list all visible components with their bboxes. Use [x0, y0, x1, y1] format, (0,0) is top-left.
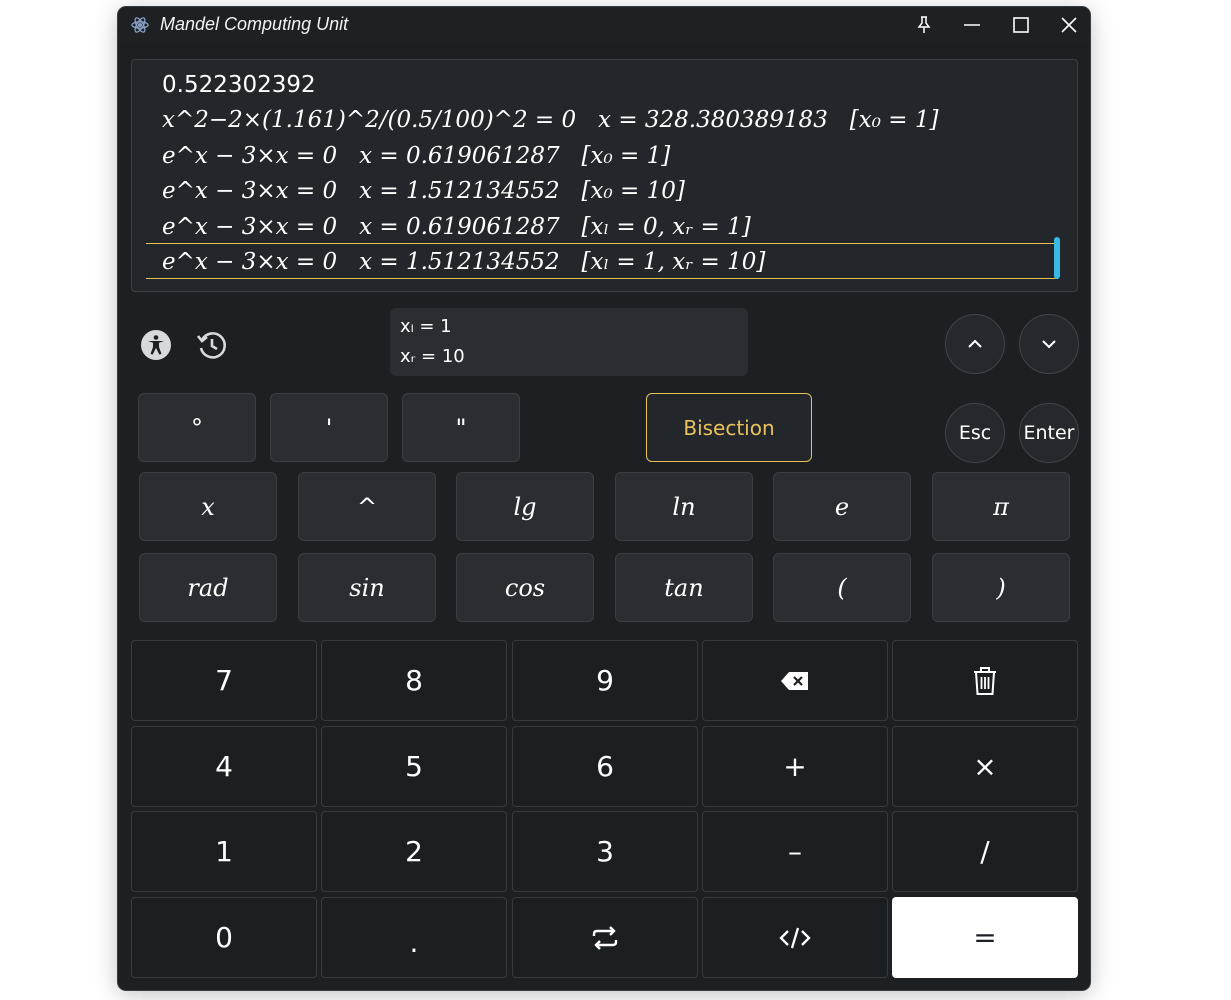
history-line[interactable]: 0.522302392: [162, 68, 316, 102]
history-line[interactable]: e^x − 3×x = 0 x = 1.512134552 [x₀ = 10]: [162, 174, 685, 208]
param-left-bound: xₗ = 1: [400, 316, 452, 337]
minute-key[interactable]: ': [270, 393, 388, 462]
history-button[interactable]: [192, 325, 232, 365]
history-up-button[interactable]: [945, 314, 1005, 374]
close-button[interactable]: [1049, 11, 1089, 39]
multiply-key[interactable]: ×: [892, 726, 1078, 807]
degree-key[interactable]: °: [138, 393, 256, 462]
history-expression: e^x − 3×x = 0: [162, 249, 338, 275]
history-expression: 0.522302392: [162, 72, 316, 98]
minimize-button[interactable]: [952, 11, 992, 39]
history-line-selected[interactable]: e^x − 3×x = 0 x = 1.512134552 [xₗ = 1, x…: [162, 245, 765, 279]
history-line[interactable]: e^x − 3×x = 0 x = 0.619061287 [xₗ = 0, x…: [162, 210, 751, 244]
history-params: [x₀ = 10]: [581, 178, 685, 204]
accessibility-icon: [141, 330, 171, 360]
maximize-icon: [1013, 17, 1029, 33]
backspace-icon: [781, 671, 808, 690]
decimal-point-key[interactable]: .: [321, 897, 507, 978]
code-key[interactable]: [702, 897, 888, 978]
digit-2-key[interactable]: 2: [321, 811, 507, 892]
digit-6-key[interactable]: 6: [512, 726, 698, 807]
digit-9-key[interactable]: 9: [512, 640, 698, 721]
history-params: [xₗ = 1, xᵣ = 10]: [581, 249, 766, 275]
digit-4-key[interactable]: 4: [131, 726, 317, 807]
history-display[interactable]: 0.522302392 x^2−2×(1.161)^2/(0.5/100)^2 …: [131, 59, 1078, 292]
history-expression: e^x − 3×x = 0: [162, 214, 338, 240]
history-line[interactable]: x^2−2×(1.161)^2/(0.5/100)^2 = 0 x = 328.…: [162, 103, 938, 137]
maximize-button[interactable]: [1001, 11, 1041, 39]
lg-key[interactable]: lg: [456, 472, 594, 541]
e-key[interactable]: e: [773, 472, 911, 541]
sin-key[interactable]: sin: [298, 553, 436, 622]
divide-key[interactable]: /: [892, 811, 1078, 892]
app-logo-icon: [131, 17, 149, 33]
history-params: [x₀ = 1]: [581, 143, 671, 169]
digit-0-key[interactable]: 0: [131, 897, 317, 978]
history-line[interactable]: e^x − 3×x = 0 x = 0.619061287 [x₀ = 1]: [162, 139, 670, 173]
window-title: Mandel Computing Unit: [160, 14, 349, 34]
chevron-down-icon: [1042, 340, 1056, 349]
add-key[interactable]: +: [702, 726, 888, 807]
power-key[interactable]: ^: [298, 472, 436, 541]
accessibility-button[interactable]: [136, 325, 176, 365]
history-scrollbar-thumb[interactable]: [1054, 237, 1060, 279]
history-params: [xₗ = 0, xᵣ = 1]: [581, 214, 751, 240]
cos-key[interactable]: cos: [456, 553, 594, 622]
backspace-key[interactable]: [702, 640, 888, 721]
title-bar: Mandel Computing Unit: [118, 7, 1090, 43]
history-result: x = 1.512134552: [359, 249, 560, 275]
ln-key[interactable]: ln: [615, 472, 753, 541]
subtract-key[interactable]: –: [702, 811, 888, 892]
digit-5-key[interactable]: 5: [321, 726, 507, 807]
history-expression: x^2−2×(1.161)^2/(0.5/100)^2 = 0: [162, 107, 577, 133]
history-result: x = 328.380389183: [598, 107, 828, 133]
history-expression: e^x − 3×x = 0: [162, 143, 338, 169]
trash-icon: [974, 666, 996, 695]
digit-8-key[interactable]: 8: [321, 640, 507, 721]
second-key[interactable]: ": [402, 393, 520, 462]
pin-button[interactable]: [904, 11, 944, 39]
equals-key[interactable]: =: [892, 897, 1078, 978]
swap-icon: [592, 925, 618, 950]
history-result: x = 1.512134552: [359, 178, 560, 204]
history-expression: e^x − 3×x = 0: [162, 178, 338, 204]
esc-button[interactable]: Esc: [945, 403, 1005, 463]
minimize-icon: [964, 24, 980, 26]
swap-key[interactable]: [512, 897, 698, 978]
enter-button[interactable]: Enter: [1019, 403, 1079, 463]
tan-key[interactable]: tan: [615, 553, 753, 622]
history-down-button[interactable]: [1019, 314, 1079, 374]
code-icon: [779, 927, 811, 948]
rad-key[interactable]: rad: [139, 553, 277, 622]
pi-key[interactable]: π: [932, 472, 1070, 541]
history-icon: [196, 332, 226, 359]
digit-3-key[interactable]: 3: [512, 811, 698, 892]
pin-icon: [917, 16, 931, 33]
history-result: x = 0.619061287: [359, 143, 560, 169]
chevron-up-icon: [968, 339, 982, 348]
variable-x-key[interactable]: x: [139, 472, 277, 541]
digit-1-key[interactable]: 1: [131, 811, 317, 892]
history-params: [x₀ = 1]: [849, 107, 939, 133]
clear-all-key[interactable]: [892, 640, 1078, 721]
open-paren-key[interactable]: (: [773, 553, 911, 622]
app-window: Mandel Computing Unit 0.522302392 x^2−2×…: [118, 7, 1090, 990]
close-paren-key[interactable]: ): [932, 553, 1070, 622]
digit-7-key[interactable]: 7: [131, 640, 317, 721]
parameter-panel: xₗ = 1 xᵣ = 10: [390, 308, 748, 376]
history-result: x = 0.619061287: [359, 214, 560, 240]
close-icon: [1061, 17, 1077, 33]
param-right-bound: xᵣ = 10: [400, 346, 465, 367]
method-bisection-button[interactable]: Bisection: [646, 393, 812, 462]
